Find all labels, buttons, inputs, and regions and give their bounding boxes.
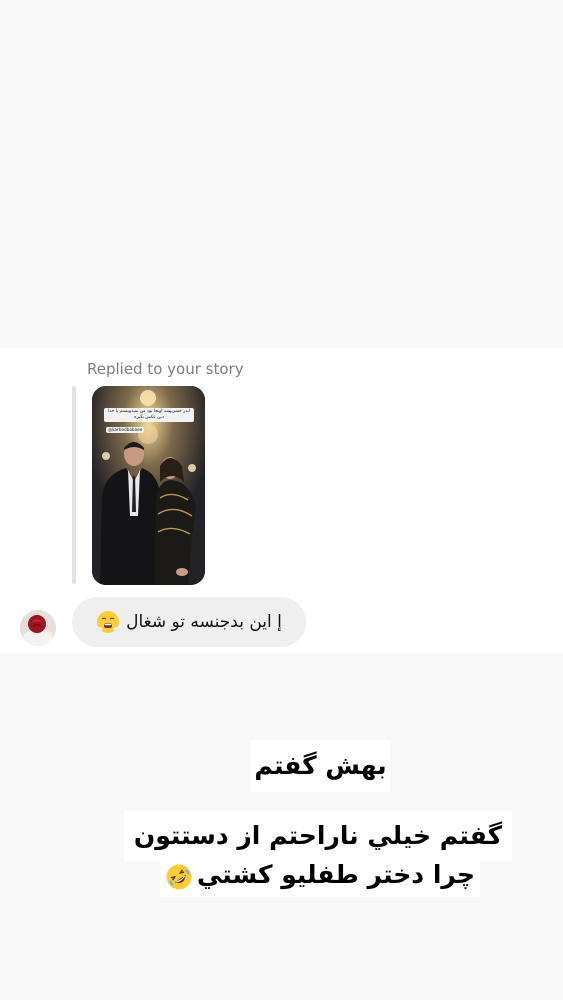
- face-with-steam-from-nose-icon: [96, 610, 120, 634]
- message-bubble[interactable]: إ اين بدجنسه تو شغال: [72, 597, 306, 647]
- rolling-on-floor-laughing-icon: [165, 861, 193, 890]
- story-thumbnail[interactable]: اندر خشریپشه اونجا بود من نمیدونستم یا خ…: [92, 386, 205, 585]
- story-background-top: [0, 0, 563, 348]
- message-text: إ اين بدجنسه تو شغال: [126, 612, 282, 632]
- reply-quote-bar: [72, 386, 76, 584]
- story-caption: اندر خشریپشه اونجا بود من نمیدونستم یا خ…: [104, 408, 194, 422]
- caption-line-1: بهش گفتم: [251, 740, 390, 792]
- caption-line-3: چرا دختر طفليو كشتي: [160, 853, 480, 897]
- dm-screenshot-panel: Replied to your story اندر خشریپشه اونجا…: [0, 348, 563, 653]
- replied-to-story-label: Replied to your story: [87, 360, 244, 378]
- caption-line-3-text: چرا دختر طفليو كشتي: [197, 860, 475, 889]
- sender-avatar[interactable]: [20, 610, 56, 646]
- story-mention-tag[interactable]: @karbodbabaee: [106, 427, 145, 433]
- rose-avatar-image: [20, 610, 56, 646]
